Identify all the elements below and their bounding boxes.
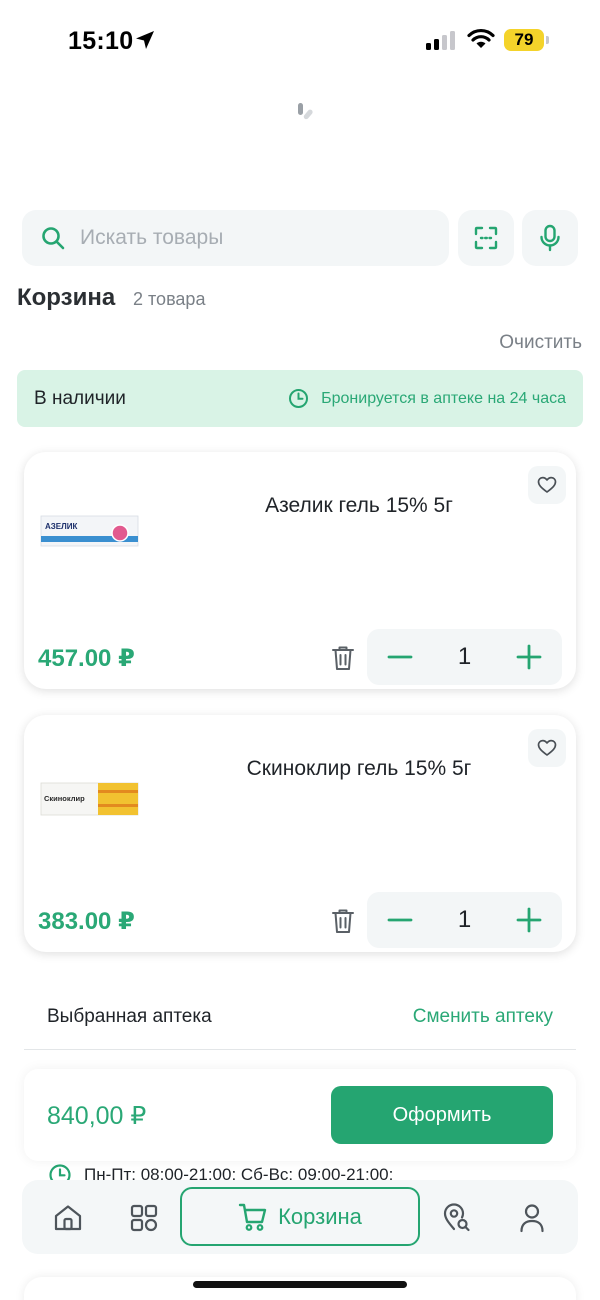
favorite-button[interactable] xyxy=(528,729,566,767)
clock-icon xyxy=(289,389,309,408)
page-title: Корзина xyxy=(17,284,116,311)
heart-icon xyxy=(537,476,557,493)
product-price: 383.00 ₽ xyxy=(38,908,135,935)
nav-catalog[interactable] xyxy=(124,1198,164,1238)
trash-icon[interactable] xyxy=(330,907,356,935)
home-icon xyxy=(54,1205,82,1231)
product-card[interactable]: Скиноклир Скиноклир гель 15% 5г 383.00 ₽… xyxy=(24,715,576,952)
nav-cart-label: Корзина xyxy=(278,1203,362,1229)
heart-icon xyxy=(537,739,557,756)
quantity-value: 1 xyxy=(457,906,472,933)
home-indicator[interactable] xyxy=(193,1281,407,1288)
order-total: 840,00 ₽ xyxy=(47,1102,147,1130)
scan-icon xyxy=(474,226,498,250)
battery-indicator: 79 xyxy=(504,29,544,51)
cart-item-count: 2 товара xyxy=(133,289,206,309)
voice-search-button[interactable] xyxy=(522,210,578,266)
stock-status-label: В наличии xyxy=(34,387,126,409)
favorite-button[interactable] xyxy=(528,466,566,504)
nav-profile[interactable] xyxy=(512,1198,552,1238)
wifi-icon xyxy=(467,28,495,48)
bottom-navigation: Корзина xyxy=(22,1180,578,1254)
search-input[interactable]: Искать товары xyxy=(22,210,449,266)
status-bar: 15:10 79 xyxy=(0,0,600,80)
product-price: 457.00 ₽ xyxy=(38,645,135,672)
selected-pharmacy-row: Выбранная аптека Сменить аптеку xyxy=(24,984,576,1050)
pharmacy-map-icon xyxy=(443,1203,470,1232)
search-icon xyxy=(42,227,65,250)
cart-icon xyxy=(238,1203,267,1231)
trash-icon[interactable] xyxy=(330,644,356,672)
reserve-note: Бронируется в аптеке на 24 часа xyxy=(288,388,566,409)
product-image-brand: Скиноклир xyxy=(44,794,85,803)
clear-cart-button[interactable]: Очистить xyxy=(499,332,582,354)
catalog-icon xyxy=(130,1204,158,1232)
product-name[interactable]: Скиноклир гель 15% 5г xyxy=(174,757,544,781)
nav-pharmacies[interactable] xyxy=(436,1198,476,1238)
product-name[interactable]: Азелик гель 15% 5г xyxy=(174,494,544,518)
stock-banner: В наличии Бронируется в аптеке на 24 час… xyxy=(17,370,583,427)
nav-home[interactable] xyxy=(48,1198,88,1238)
quantity-stepper: 1 xyxy=(367,892,562,948)
status-time: 15:10 xyxy=(68,27,134,55)
minus-icon[interactable] xyxy=(387,644,413,670)
product-card[interactable]: АЗЕЛИК Азелик гель 15% 5г 457.00 ₽ 1 xyxy=(24,452,576,689)
minus-icon[interactable] xyxy=(387,907,413,933)
product-image[interactable]: Скиноклир xyxy=(40,777,140,823)
change-pharmacy-link[interactable]: Сменить аптеку xyxy=(413,1006,553,1028)
cellular-signal-icon xyxy=(426,30,455,50)
reserve-note-text: Бронируется в аптеке на 24 часа xyxy=(321,389,566,407)
checkout-panel: 840,00 ₽ Оформить xyxy=(24,1069,576,1161)
microphone-icon xyxy=(540,224,560,252)
plus-icon[interactable] xyxy=(516,907,542,933)
search-placeholder: Искать товары xyxy=(80,226,224,249)
product-image-brand: АЗЕЛИК xyxy=(45,522,77,531)
location-arrow-icon xyxy=(136,31,154,49)
checkout-button[interactable]: Оформить xyxy=(331,1086,553,1144)
loading-spinner-icon xyxy=(298,103,313,120)
nav-cart[interactable]: Корзина xyxy=(180,1187,420,1246)
plus-icon[interactable] xyxy=(516,644,542,670)
quantity-value: 1 xyxy=(457,643,472,670)
quantity-stepper: 1 xyxy=(367,629,562,685)
scan-button[interactable] xyxy=(458,210,514,266)
product-image[interactable]: АЗЕЛИК xyxy=(40,508,140,554)
profile-icon xyxy=(520,1204,544,1233)
selected-pharmacy-label: Выбранная аптека xyxy=(47,1005,212,1027)
battery-tip xyxy=(546,36,549,44)
